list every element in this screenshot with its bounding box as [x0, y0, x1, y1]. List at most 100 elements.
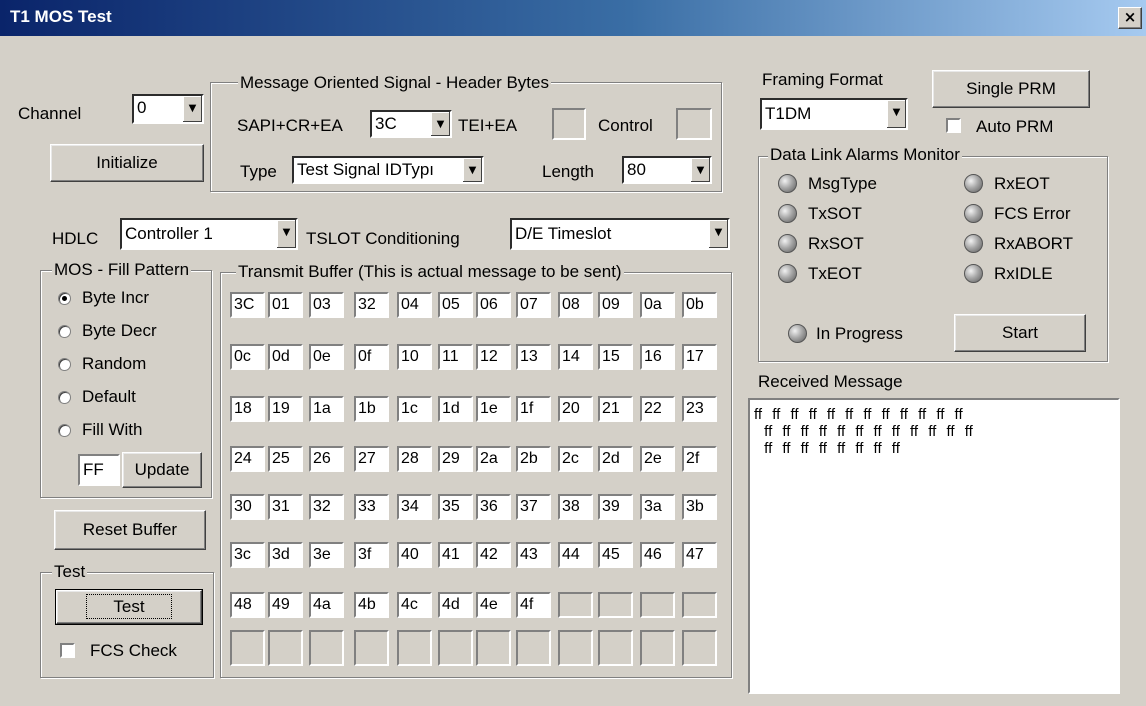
- buffer-cell[interactable]: 34: [397, 494, 432, 520]
- buffer-cell[interactable]: 01: [268, 292, 303, 318]
- buffer-cell[interactable]: 33: [354, 494, 389, 520]
- buffer-cell[interactable]: [230, 630, 265, 666]
- buffer-cell[interactable]: 24: [230, 446, 265, 472]
- fill-option-radio[interactable]: [58, 391, 71, 404]
- buffer-cell[interactable]: 21: [598, 396, 633, 422]
- buffer-cell[interactable]: 49: [268, 592, 303, 618]
- fill-option-radio[interactable]: [58, 292, 71, 305]
- buffer-cell[interactable]: 25: [268, 446, 303, 472]
- buffer-cell[interactable]: 06: [476, 292, 511, 318]
- chevron-down-icon[interactable]: ▼: [690, 158, 710, 182]
- buffer-cell[interactable]: 3b: [682, 494, 717, 520]
- buffer-cell[interactable]: 1b: [354, 396, 389, 422]
- buffer-cell[interactable]: 46: [640, 542, 675, 568]
- initialize-button[interactable]: Initialize: [50, 144, 204, 182]
- buffer-cell[interactable]: 0f: [354, 344, 389, 370]
- chevron-down-icon[interactable]: ▼: [276, 220, 296, 248]
- buffer-cell[interactable]: 2a: [476, 446, 511, 472]
- buffer-cell[interactable]: [598, 630, 633, 666]
- buffer-cell[interactable]: 3d: [268, 542, 303, 568]
- buffer-cell[interactable]: 0c: [230, 344, 265, 370]
- start-button[interactable]: Start: [954, 314, 1086, 352]
- buffer-cell[interactable]: 3f: [354, 542, 389, 568]
- buffer-cell[interactable]: 0d: [268, 344, 303, 370]
- buffer-cell[interactable]: [558, 630, 593, 666]
- buffer-cell[interactable]: [558, 592, 593, 618]
- tslot-select[interactable]: D/E Timeslot ▼: [510, 218, 730, 250]
- hdlc-select[interactable]: Controller 1 ▼: [120, 218, 298, 250]
- buffer-cell[interactable]: 36: [476, 494, 511, 520]
- fill-option-radio[interactable]: [58, 424, 71, 437]
- buffer-cell[interactable]: [476, 630, 511, 666]
- buffer-cell[interactable]: 26: [309, 446, 344, 472]
- reset-buffer-button[interactable]: Reset Buffer: [54, 510, 206, 550]
- buffer-cell[interactable]: 07: [516, 292, 551, 318]
- buffer-cell[interactable]: [268, 630, 303, 666]
- buffer-cell[interactable]: 4e: [476, 592, 511, 618]
- buffer-cell[interactable]: 45: [598, 542, 633, 568]
- buffer-cell[interactable]: 32: [354, 292, 389, 318]
- buffer-cell[interactable]: 27: [354, 446, 389, 472]
- buffer-cell[interactable]: 3a: [640, 494, 675, 520]
- buffer-cell[interactable]: [438, 630, 473, 666]
- buffer-cell[interactable]: 16: [640, 344, 675, 370]
- buffer-cell[interactable]: 1c: [397, 396, 432, 422]
- fill-option-radio[interactable]: [58, 358, 71, 371]
- buffer-cell[interactable]: 10: [397, 344, 432, 370]
- buffer-cell[interactable]: [640, 592, 675, 618]
- buffer-cell[interactable]: 2f: [682, 446, 717, 472]
- buffer-cell[interactable]: 1f: [516, 396, 551, 422]
- buffer-cell[interactable]: 03: [309, 292, 344, 318]
- buffer-cell[interactable]: 05: [438, 292, 473, 318]
- buffer-cell[interactable]: 15: [598, 344, 633, 370]
- buffer-cell[interactable]: [397, 630, 432, 666]
- buffer-cell[interactable]: [516, 630, 551, 666]
- buffer-cell[interactable]: 4b: [354, 592, 389, 618]
- buffer-cell[interactable]: 3c: [230, 542, 265, 568]
- update-button[interactable]: Update: [122, 452, 202, 488]
- fill-option-radio[interactable]: [58, 325, 71, 338]
- sapi-select[interactable]: 3C ▼: [370, 110, 452, 138]
- buffer-cell[interactable]: 3C: [230, 292, 265, 318]
- buffer-cell[interactable]: 04: [397, 292, 432, 318]
- buffer-cell[interactable]: 1e: [476, 396, 511, 422]
- buffer-cell[interactable]: 40: [397, 542, 432, 568]
- buffer-cell[interactable]: [682, 592, 717, 618]
- buffer-cell[interactable]: 39: [598, 494, 633, 520]
- buffer-cell[interactable]: 13: [516, 344, 551, 370]
- test-button[interactable]: Test: [55, 589, 203, 625]
- buffer-cell[interactable]: 47: [682, 542, 717, 568]
- close-button[interactable]: ×: [1118, 7, 1142, 29]
- buffer-cell[interactable]: 43: [516, 542, 551, 568]
- buffer-cell[interactable]: 08: [558, 292, 593, 318]
- single-prm-button[interactable]: Single PRM: [932, 70, 1090, 108]
- buffer-cell[interactable]: 09: [598, 292, 633, 318]
- buffer-cell[interactable]: 42: [476, 542, 511, 568]
- buffer-cell[interactable]: 14: [558, 344, 593, 370]
- buffer-cell[interactable]: 17: [682, 344, 717, 370]
- buffer-cell[interactable]: 19: [268, 396, 303, 422]
- fill-value-field[interactable]: FF: [78, 454, 120, 486]
- buffer-cell[interactable]: 2b: [516, 446, 551, 472]
- received-message-box[interactable]: ff ff ff ff ff ff ff ff ff ff ff ff ff f…: [748, 398, 1120, 694]
- buffer-cell[interactable]: 31: [268, 494, 303, 520]
- buffer-cell[interactable]: 0e: [309, 344, 344, 370]
- buffer-cell[interactable]: 0a: [640, 292, 675, 318]
- channel-select[interactable]: 0 ▼: [132, 94, 204, 124]
- chevron-down-icon[interactable]: ▼: [708, 220, 728, 248]
- buffer-cell[interactable]: 35: [438, 494, 473, 520]
- buffer-cell[interactable]: 4a: [309, 592, 344, 618]
- buffer-cell[interactable]: 37: [516, 494, 551, 520]
- chevron-down-icon[interactable]: ▼: [886, 100, 906, 128]
- buffer-cell[interactable]: 2c: [558, 446, 593, 472]
- buffer-cell[interactable]: [598, 592, 633, 618]
- buffer-cell[interactable]: 23: [682, 396, 717, 422]
- auto-prm-checkbox[interactable]: [946, 118, 961, 133]
- fcs-check-checkbox[interactable]: [60, 643, 75, 658]
- buffer-cell[interactable]: 3e: [309, 542, 344, 568]
- buffer-cell[interactable]: 38: [558, 494, 593, 520]
- buffer-cell[interactable]: 48: [230, 592, 265, 618]
- buffer-cell[interactable]: 22: [640, 396, 675, 422]
- chevron-down-icon[interactable]: ▼: [462, 158, 482, 182]
- buffer-cell[interactable]: [640, 630, 675, 666]
